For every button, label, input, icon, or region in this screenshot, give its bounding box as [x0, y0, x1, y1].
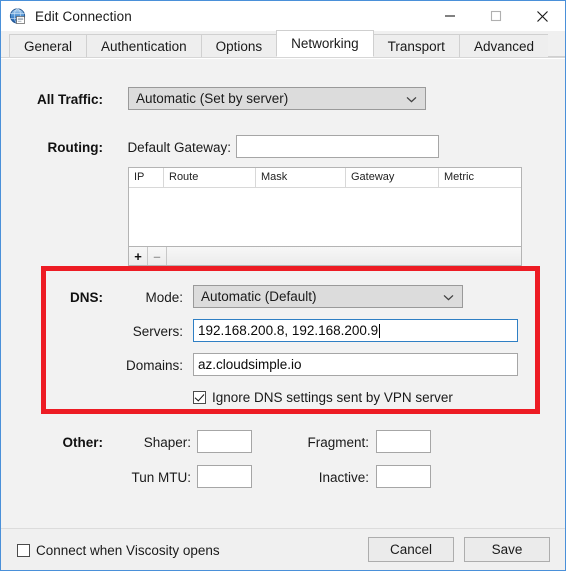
remove-route-button[interactable]: – [148, 247, 167, 265]
fragment-label: Fragment: [307, 435, 369, 450]
dns-mode-select[interactable]: Automatic (Default) [193, 285, 463, 308]
window-title: Edit Connection [35, 8, 132, 24]
tun-mtu-label: Tun MTU: [131, 470, 191, 485]
checkbox-indicator [193, 391, 206, 404]
dns-domains-input[interactable]: az.cloudsimple.io [193, 353, 518, 376]
fragment-input[interactable] [376, 430, 431, 453]
checkbox-indicator [17, 544, 30, 557]
default-gateway-label: Default Gateway: [127, 140, 231, 155]
column-route: Route [164, 168, 256, 187]
dns-label: DNS: [70, 290, 103, 305]
tun-mtu-input[interactable] [197, 465, 252, 488]
minimize-icon[interactable] [427, 1, 473, 31]
routing-table-body [129, 188, 521, 246]
routing-table-toolbar: + – [128, 247, 522, 266]
networking-panel: All Traffic: Automatic (Set by server) R… [1, 58, 565, 528]
routing-toolbar-filler [167, 247, 521, 265]
dns-mode-value: Automatic (Default) [201, 289, 317, 304]
connect-when-opens-checkbox[interactable]: Connect when Viscosity opens [17, 543, 220, 558]
edit-connection-window: Edit Connection General Authentication O… [0, 0, 566, 571]
chevron-down-icon [406, 91, 417, 106]
routing-table-header: IP Route Mask Gateway Metric [129, 168, 521, 188]
maximize-icon[interactable] [473, 1, 519, 31]
tab-strip: General Authentication Options Networkin… [1, 30, 565, 58]
column-mask: Mask [256, 168, 346, 187]
tab-networking[interactable]: Networking [276, 30, 374, 57]
dns-servers-input[interactable]: 192.168.200.8, 192.168.200.9 [193, 319, 518, 342]
cancel-button[interactable]: Cancel [368, 537, 454, 562]
tab-authentication[interactable]: Authentication [86, 34, 202, 57]
other-label: Other: [62, 435, 104, 450]
default-gateway-input[interactable] [236, 135, 439, 158]
dns-mode-label: Mode: [145, 290, 183, 305]
dns-servers-value: 192.168.200.8, 192.168.200.9 [198, 323, 379, 338]
inactive-input[interactable] [376, 465, 431, 488]
dns-domains-value: az.cloudsimple.io [198, 357, 302, 372]
shaper-input[interactable] [197, 430, 252, 453]
text-caret [379, 323, 381, 338]
title-bar: Edit Connection [1, 1, 565, 31]
routing-label: Routing: [47, 140, 103, 155]
all-traffic-mode-select[interactable]: Automatic (Set by server) [128, 87, 426, 110]
column-ip: IP [129, 168, 164, 187]
close-icon[interactable] [519, 1, 565, 31]
column-gateway: Gateway [346, 168, 439, 187]
dns-domains-label: Domains: [125, 358, 183, 373]
dialog-footer: Connect when Viscosity opens Cancel Save [1, 528, 565, 570]
inactive-label: Inactive: [318, 470, 369, 485]
ignore-dns-settings-checkbox[interactable]: Ignore DNS settings sent by VPN server [193, 390, 453, 405]
tab-advanced[interactable]: Advanced [458, 34, 549, 57]
tab-transport[interactable]: Transport [372, 34, 460, 57]
globe-icon [9, 7, 26, 25]
all-traffic-label: All Traffic: [36, 92, 103, 107]
save-button[interactable]: Save [464, 537, 550, 562]
window-controls [427, 1, 565, 31]
column-metric: Metric [444, 171, 474, 183]
tab-options[interactable]: Options [200, 34, 278, 57]
all-traffic-mode-value: Automatic (Set by server) [136, 91, 289, 106]
chevron-down-icon [443, 289, 454, 304]
connect-when-opens-label: Connect when Viscosity opens [36, 543, 220, 558]
routing-table[interactable]: IP Route Mask Gateway Metric [128, 167, 522, 247]
shaper-label: Shaper: [143, 435, 191, 450]
ignore-dns-settings-label: Ignore DNS settings sent by VPN server [212, 390, 453, 405]
dns-servers-label: Servers: [132, 324, 183, 339]
tab-general[interactable]: General [9, 34, 88, 57]
tab-strip-filler [547, 34, 565, 57]
add-route-button[interactable]: + [129, 247, 148, 265]
